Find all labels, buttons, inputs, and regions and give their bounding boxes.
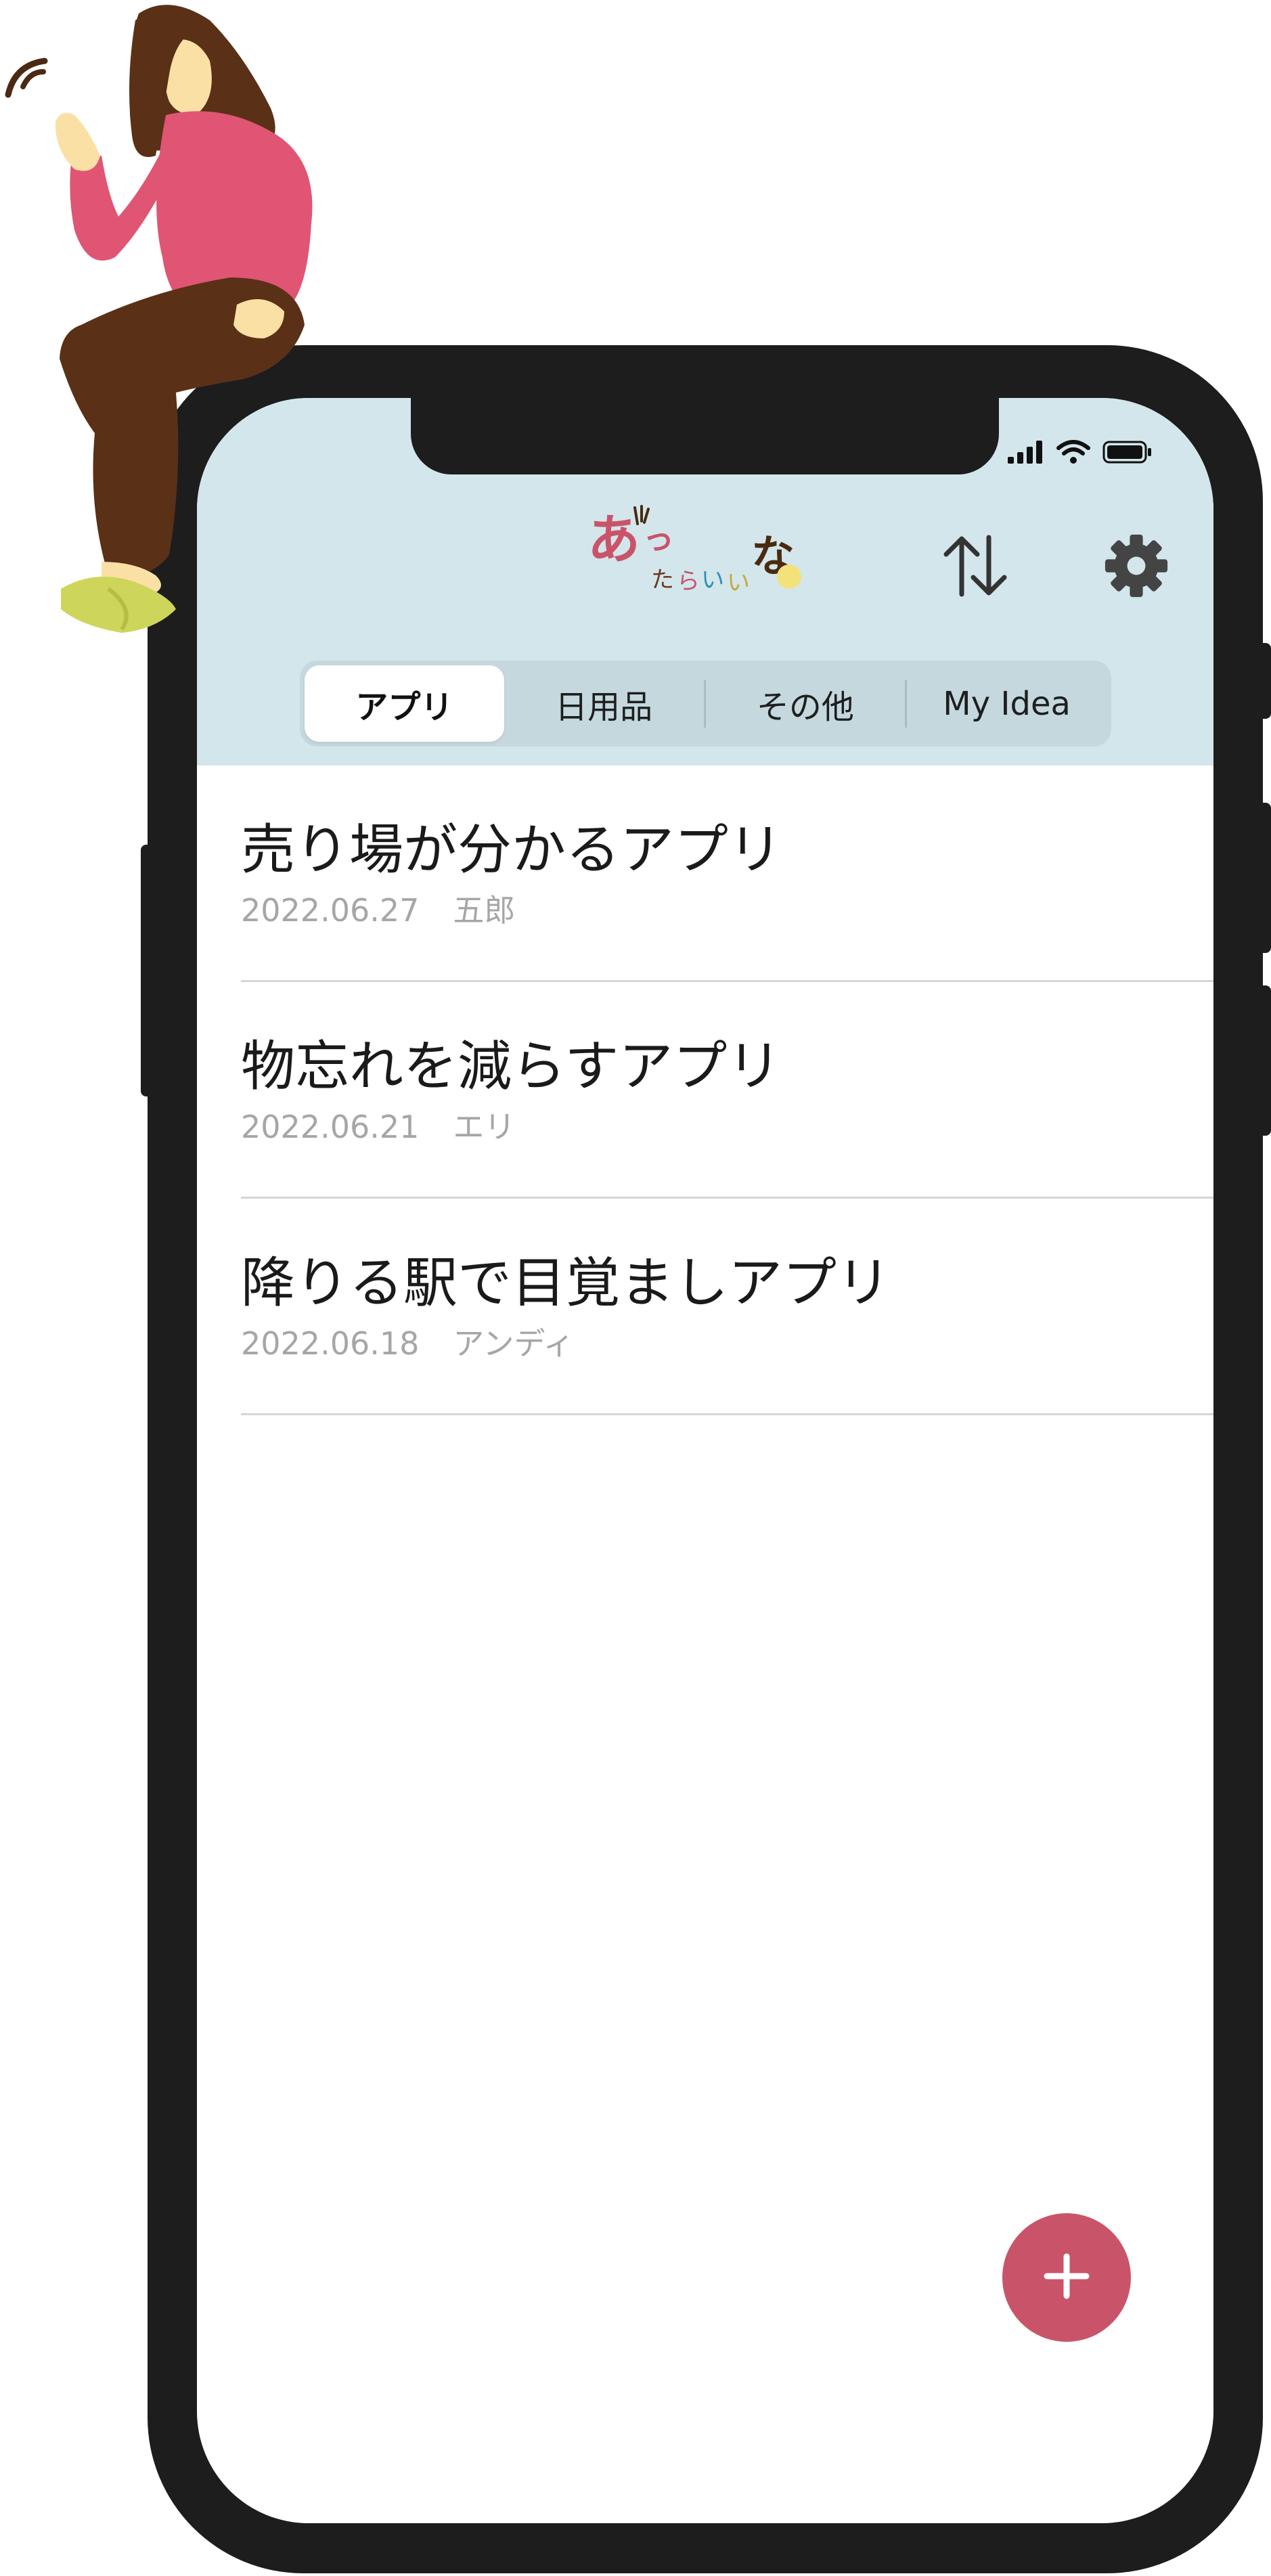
idea-author: アンディ [453,1325,575,1362]
sort-button[interactable] [935,527,1016,608]
signal-icon [1008,441,1044,466]
idea-author: 五郎 [453,892,516,929]
idea-meta: 2022.06.18 アンディ [241,1319,574,1364]
app-logo: あ っ た ら い い な [586,501,816,596]
idea-meta: 2022.06.21 エリ [241,1103,515,1147]
idea-date: 2022.06.27 [241,892,420,929]
idea-meta: 2022.06.27 五郎 [241,886,515,931]
wifi-icon [1056,440,1090,467]
app-header: あ っ た ら い い な アプリ 日用品 その他 My Idea [197,398,1213,765]
list-divider [241,1413,1213,1415]
idea-title: 降りる駅で目覚ましアプリ [241,1251,891,1314]
status-bar [1008,440,1153,467]
list-item[interactable]: 降りる駅で目覚ましアプリ 2022.06.18 アンディ [241,1199,1213,1415]
tab-other[interactable]: その他 [706,665,906,742]
add-idea-button[interactable] [1002,2213,1131,2342]
tab-my-idea[interactable]: My Idea [907,665,1107,742]
plus-icon [1043,2252,1090,2303]
svg-text:ら: ら [677,568,700,595]
svg-text:あ: あ [587,510,640,571]
svg-text:い: い [727,569,750,596]
tab-daily-goods[interactable]: 日用品 [504,665,704,742]
idea-date: 2022.06.18 [241,1325,420,1362]
list-item[interactable]: 物忘れを減らすアプリ 2022.06.21 エリ [241,982,1213,1199]
sort-arrows-icon [938,532,1012,602]
app-screen: あ っ た ら い い な アプリ 日用品 その他 My Idea 売り場が分か… [197,398,1213,2523]
idea-date: 2022.06.21 [241,1109,420,1145]
tab-app[interactable]: アプリ [305,665,504,742]
gear-icon [1104,533,1169,601]
person-illustration [0,0,325,650]
idea-title: 売り場が分かるアプリ [241,818,782,881]
idea-author: エリ [453,1109,516,1145]
idea-title: 物忘れを減らすアプリ [241,1035,782,1098]
svg-text:っ: っ [643,520,674,557]
svg-text:い: い [701,567,724,594]
category-tabs: アプリ 日用品 その他 My Idea [300,661,1111,747]
list-item[interactable]: 売り場が分かるアプリ 2022.06.27 五郎 [241,765,1213,982]
phone-notch [411,398,999,474]
settings-button[interactable] [1096,527,1177,608]
battery-icon [1102,441,1153,466]
svg-text:た: た [651,567,674,594]
